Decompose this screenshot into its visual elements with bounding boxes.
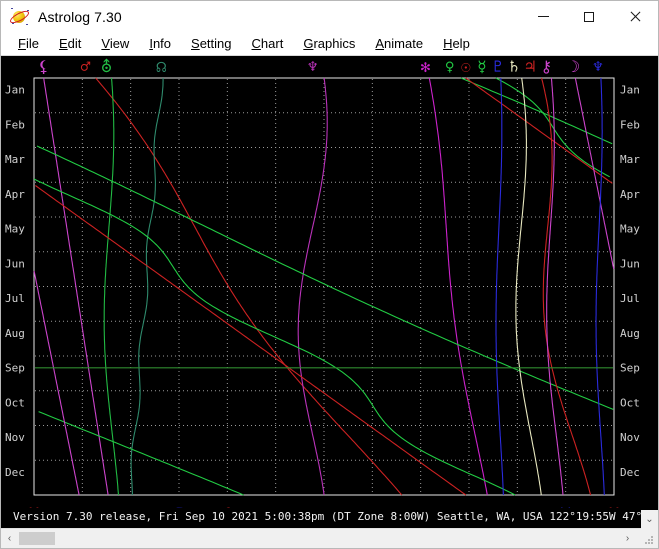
menu-chart-label: hart — [260, 36, 284, 51]
maximize-icon — [584, 11, 594, 22]
month-label-apr: Apr — [5, 188, 25, 201]
month-label-right-aug: Aug — [620, 327, 640, 340]
month-label-right-mar: Mar — [620, 153, 640, 166]
window-controls — [520, 1, 658, 32]
status-text: Version 7.30 release, Fri Sep 10 2021 5:… — [13, 510, 658, 523]
month-label-nov: Nov — [5, 431, 25, 444]
menu-animate[interactable]: Animate — [366, 34, 432, 53]
month-label-jan: Jan — [5, 84, 25, 97]
month-label-sep: Sep — [5, 362, 25, 375]
menu-info-label: nfo — [152, 36, 172, 51]
planet-glyph-chiron: ⚷ — [540, 57, 552, 76]
resize-grip-icon[interactable] — [645, 536, 655, 546]
scroll-down-arrow-icon[interactable]: ⌄ — [641, 510, 658, 529]
maximize-button[interactable] — [566, 1, 612, 32]
menu-setting-label: etting — [199, 36, 232, 51]
menu-help-label: elp — [452, 36, 470, 51]
planet-glyph-saturn: ♄ — [509, 57, 519, 76]
planet-glyph-venus: ♀ — [445, 57, 455, 76]
close-icon — [629, 11, 641, 23]
scroll-left-arrow-icon[interactable]: ‹ — [1, 530, 18, 547]
month-label-right-jan: Jan — [620, 84, 640, 97]
menu-info[interactable]: Info — [140, 34, 180, 53]
minimize-icon — [537, 16, 549, 17]
planet-glyph-uranus: ⛢ — [101, 57, 113, 76]
menu-bar: File Edit View Info Setting Chart Graphi… — [1, 32, 658, 56]
menu-graphics[interactable]: Graphics — [294, 34, 364, 53]
astrolog-main-window: Astrolog 7.30 File Edit View Info Settin… — [0, 0, 659, 549]
planet-glyph-mercury: ☿ — [477, 57, 487, 76]
month-label-mar: Mar — [5, 153, 25, 166]
menu-animate-label: nimate — [384, 36, 424, 51]
planet-glyph-jupiter: ♃ — [525, 57, 535, 76]
menu-file[interactable]: File — [9, 34, 48, 53]
ephemeris-chart-canvas[interactable]: ⚸ ♂ ⛢ ☊ ♆ ✻ ♀ ☉ ☿ ♇ ♄ ♃ ⚷ ☽ ♆ Jan Feb Mar Apr May Jun Jul Aug… — [1, 56, 658, 528]
month-label-right-apr: Apr — [620, 188, 640, 201]
ephemeris-svg: ⚸ ♂ ⛢ ☊ ♆ ✻ ♀ ☉ ☿ ♇ ♄ ♃ ⚷ ☽ ♆ Jan Feb Mar Apr May Jun Jul Aug… — [1, 56, 658, 528]
month-label-right-oct: Oct — [620, 396, 640, 409]
menu-chart[interactable]: Chart — [243, 34, 293, 53]
minimize-button[interactable] — [520, 1, 566, 32]
month-label-aug: Aug — [5, 327, 25, 340]
planet-glyph-mars: ♂ — [81, 57, 91, 76]
month-label-right-sep: Sep — [620, 362, 640, 375]
month-label-right-jun: Jun — [620, 257, 640, 270]
menu-view-label: iew — [109, 36, 130, 51]
menu-file-label: ile — [25, 36, 39, 51]
planet-glyph-asterisk: ✻ — [421, 57, 431, 76]
title-bar: Astrolog 7.30 — [1, 1, 658, 32]
planet-glyph-moon: ☽ — [571, 57, 581, 76]
horizontal-scrollbar[interactable]: ‹ › ⌄ — [1, 510, 658, 548]
horizontal-scroll-thumb[interactable] — [19, 532, 55, 545]
month-label-right-may: May — [620, 223, 640, 236]
planet-glyph-neptune: ♆ — [593, 57, 603, 76]
month-label-jun: Jun — [5, 257, 25, 270]
month-label-may: May — [5, 223, 25, 236]
close-button[interactable] — [612, 1, 658, 32]
menu-edit-label: dit — [67, 36, 82, 51]
window-title: Astrolog 7.30 — [38, 8, 122, 25]
month-label-right-jul: Jul — [620, 292, 640, 305]
month-label-right-dec: Dec — [620, 466, 640, 479]
menu-setting[interactable]: Setting — [182, 34, 240, 53]
menu-help[interactable]: Help — [434, 34, 479, 53]
planet-glyph-sun: ☉ — [461, 57, 471, 76]
app-icon — [8, 7, 31, 27]
planet-glyph-lilith: ⚸ — [38, 57, 50, 76]
month-label-jul: Jul — [5, 292, 25, 305]
month-label-oct: Oct — [5, 396, 25, 409]
planet-glyph-vertex: ♆ — [308, 57, 318, 76]
month-label-feb: Feb — [5, 118, 25, 131]
planet-glyph-north-node: ☊ — [156, 57, 166, 76]
menu-view[interactable]: View — [92, 34, 138, 53]
planet-glyph-pluto: ♇ — [493, 57, 503, 76]
month-label-right-nov: Nov — [620, 431, 640, 444]
month-label-right-feb: Feb — [620, 118, 640, 131]
scroll-right-arrow-icon[interactable]: › — [619, 530, 636, 547]
month-label-dec: Dec — [5, 466, 25, 479]
menu-graphics-label: raphics — [313, 36, 356, 51]
menu-edit[interactable]: Edit — [50, 34, 90, 53]
